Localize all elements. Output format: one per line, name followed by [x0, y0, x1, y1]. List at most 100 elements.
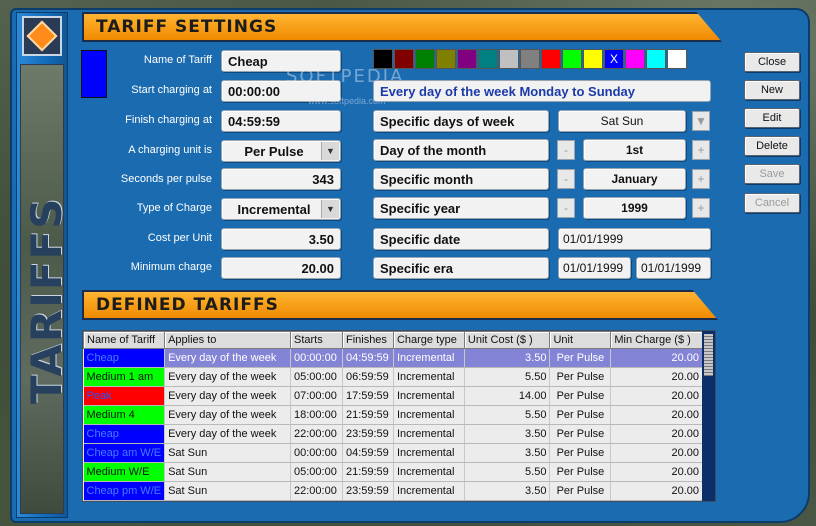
year-increment[interactable]: +	[692, 198, 710, 218]
label-finish: Finish charging at	[125, 114, 212, 126]
table-body: Cheap Every day of the week 00:00:00 04:59:…	[83, 348, 703, 501]
era-to-input[interactable]: 01/01/1999	[636, 257, 711, 279]
app-logo	[22, 16, 62, 56]
color-swatch[interactable]	[646, 49, 666, 69]
cost-per-unit-input[interactable]: 3.50	[221, 228, 341, 250]
chevron-down-icon[interactable]: ▼	[321, 200, 339, 218]
column-header[interactable]: Applies to	[164, 331, 291, 349]
color-swatch[interactable]	[415, 49, 435, 69]
color-swatch[interactable]	[436, 49, 456, 69]
cell-name: Cheap	[83, 348, 166, 368]
table-row[interactable]: Cheap Every day of the week 00:00:00 04:59:…	[83, 348, 703, 368]
finish-time-input[interactable]: 04:59:59	[221, 110, 341, 132]
day-of-month-increment[interactable]: +	[692, 140, 710, 160]
cell-name: Cheap	[83, 424, 166, 444]
cell-min: 20.00	[610, 424, 703, 444]
days-of-week-dropdown[interactable]: ▼	[692, 111, 710, 131]
charging-unit-select[interactable]: Per Pulse ▼	[221, 140, 341, 162]
table-row[interactable]: Medium 1 am Every day of the week 05:00:00…	[83, 367, 703, 387]
cell-applies: Sat Sun	[164, 443, 291, 463]
color-swatch[interactable]	[457, 49, 477, 69]
label-type: Type of Charge	[136, 202, 212, 214]
column-header[interactable]: Min Charge ($ )	[610, 331, 703, 349]
table-row[interactable]: Cheap am W/E Sat Sun 00:00:00 04:59:59 Incre…	[83, 443, 703, 463]
seconds-per-pulse-input[interactable]: 343	[221, 168, 341, 190]
charge-type-select[interactable]: Incremental ▼	[221, 198, 341, 220]
close-button[interactable]: Close	[744, 52, 800, 72]
cell-name: Cheap pm W/E	[83, 481, 166, 501]
tariff-settings-header: TARIFF SETTINGS	[82, 12, 722, 42]
cell-unit: Per Pulse	[549, 481, 612, 501]
cell-type: Incremental	[393, 424, 465, 444]
cancel-button[interactable]: Cancel	[744, 193, 800, 213]
specific-date-input[interactable]: 01/01/1999	[558, 228, 711, 250]
cell-name: Medium 4	[83, 405, 166, 425]
color-swatch[interactable]	[625, 49, 645, 69]
option-month[interactable]: Specific month	[373, 168, 549, 190]
cell-cost: 5.50	[464, 405, 551, 425]
cell-name: Medium W/E	[83, 462, 166, 482]
year-value[interactable]: 1999	[583, 197, 686, 219]
day-of-month-decrement[interactable]: -	[557, 140, 575, 160]
minimum-charge-input[interactable]: 20.00	[221, 257, 341, 279]
cell-min: 20.00	[610, 443, 703, 463]
year-decrement[interactable]: -	[557, 198, 575, 218]
month-decrement[interactable]: -	[557, 169, 575, 189]
table-row[interactable]: Cheap pm W/E Sat Sun 22:00:00 23:59:59 Incre…	[83, 481, 703, 501]
color-swatch[interactable]: X	[604, 49, 624, 69]
delete-button[interactable]: Delete	[744, 136, 800, 156]
color-swatch[interactable]	[562, 49, 582, 69]
column-header[interactable]: Charge type	[392, 331, 465, 349]
color-swatch[interactable]	[667, 49, 687, 69]
cell-cost: 3.50	[464, 481, 551, 501]
column-header[interactable]: Unit Cost ($ )	[463, 331, 551, 349]
option-year[interactable]: Specific year	[373, 197, 549, 219]
option-date[interactable]: Specific date	[373, 228, 549, 250]
color-swatch[interactable]	[520, 49, 540, 69]
new-button[interactable]: New	[744, 80, 800, 100]
table-row[interactable]: Medium 4 Every day of the week 18:00:00 21:…	[83, 405, 703, 425]
cell-finishes: 21:59:59	[342, 405, 394, 425]
table-row[interactable]: Cheap Every day of the week 22:00:00 23:59:…	[83, 424, 703, 444]
option-day-of-month[interactable]: Day of the month	[373, 139, 549, 161]
column-header[interactable]: Name of Tariff	[82, 331, 166, 349]
table-row[interactable]: Medium W/E Sat Sun 05:00:00 21:59:59 Increme…	[83, 462, 703, 482]
color-swatch[interactable]	[583, 49, 603, 69]
month-value[interactable]: January	[583, 168, 686, 190]
cell-unit: Per Pulse	[549, 405, 612, 425]
cell-min: 20.00	[610, 348, 703, 368]
cell-applies: Every day of the week	[164, 405, 291, 425]
days-of-week-value[interactable]: Sat Sun	[558, 110, 686, 132]
option-days-of-week[interactable]: Specific days of week	[373, 110, 549, 132]
cell-unit: Per Pulse	[549, 443, 612, 463]
cell-starts: 00:00:00	[290, 348, 343, 368]
column-header[interactable]: Starts	[290, 331, 343, 349]
month-increment[interactable]: +	[692, 169, 710, 189]
table-header-row: Name of Tariff Applies to Starts Finishes Ch…	[82, 331, 703, 349]
option-era[interactable]: Specific era	[373, 257, 549, 279]
edit-button[interactable]: Edit	[744, 108, 800, 128]
scroll-thumb[interactable]	[704, 334, 713, 376]
cell-starts: 00:00:00	[290, 443, 343, 463]
color-swatch[interactable]	[499, 49, 519, 69]
cell-type: Incremental	[393, 462, 465, 482]
column-header[interactable]: Unit	[549, 331, 612, 349]
cell-finishes: 23:59:59	[342, 481, 394, 501]
table-scrollbar[interactable]	[702, 331, 715, 501]
cell-name: Medium 1 am	[83, 367, 166, 387]
cell-type: Incremental	[393, 443, 465, 463]
column-header[interactable]: Finishes	[341, 331, 394, 349]
color-swatch[interactable]	[541, 49, 561, 69]
chevron-down-icon[interactable]: ▼	[321, 142, 339, 160]
cell-applies: Sat Sun	[164, 481, 291, 501]
table-row[interactable]: Peak Every day of the week 07:00:00 17:59:5…	[83, 386, 703, 406]
cell-unit: Per Pulse	[549, 367, 612, 387]
cell-starts: 18:00:00	[290, 405, 343, 425]
color-swatch[interactable]	[478, 49, 498, 69]
save-button[interactable]: Save	[744, 164, 800, 184]
cell-applies: Every day of the week	[164, 367, 291, 387]
logo-diamond-icon	[26, 20, 58, 52]
day-of-month-value[interactable]: 1st	[583, 139, 686, 161]
cell-min: 20.00	[610, 386, 703, 406]
era-from-input[interactable]: 01/01/1999	[558, 257, 631, 279]
